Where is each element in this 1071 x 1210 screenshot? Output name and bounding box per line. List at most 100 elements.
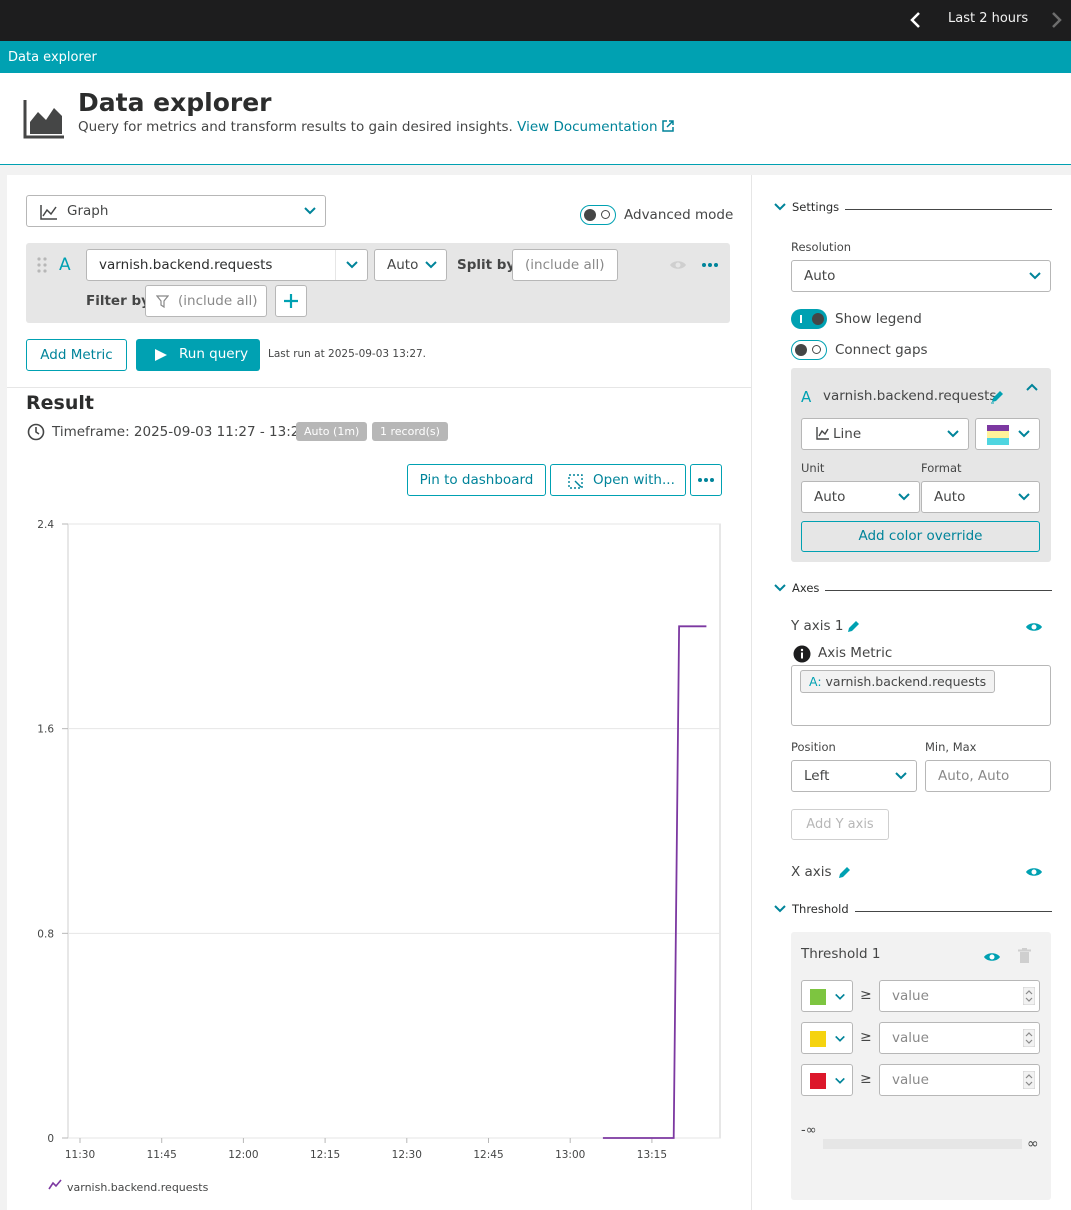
chevron-down-icon <box>1018 493 1030 501</box>
range-min-label: -∞ <box>801 1123 817 1138</box>
resolution-label: Resolution <box>791 240 852 254</box>
chevron-down-icon <box>947 430 959 438</box>
x-axis-label: X axis <box>791 864 832 880</box>
y-tick-label: 0 <box>47 1133 54 1145</box>
threshold-row: ≥ value <box>801 980 1040 1012</box>
chevron-down-icon <box>1018 430 1030 438</box>
metric-card-letter: A <box>801 388 812 406</box>
page-header: Data explorer Query for metrics and tran… <box>0 73 1071 165</box>
area-chart-icon <box>23 100 64 139</box>
eye-icon[interactable] <box>1025 620 1043 634</box>
stepper-icon[interactable] <box>1023 987 1035 1005</box>
greater-equal-symbol: ≥ <box>860 1071 872 1087</box>
stepper-icon[interactable] <box>1023 1029 1035 1047</box>
unit-select[interactable]: Auto <box>801 481 920 513</box>
threshold-value-input[interactable]: value <box>879 1064 1040 1096</box>
chevron-down-icon <box>774 203 786 211</box>
chart-type-value: Line <box>833 426 862 442</box>
threshold-value-input[interactable]: value <box>879 980 1040 1012</box>
chevron-down-icon <box>898 493 910 501</box>
threshold-color-select[interactable] <box>801 980 853 1012</box>
documentation-link[interactable]: View Documentation <box>517 119 674 135</box>
threshold-card: Threshold 1 ≥ value ≥ value ≥ value -∞ ∞ <box>791 932 1051 1200</box>
axis-position-value: Left <box>804 768 830 784</box>
minmax-input[interactable]: Auto, Auto <box>925 760 1051 792</box>
line-chart-icon <box>816 427 829 440</box>
threshold-value-input[interactable]: value <box>879 1022 1040 1054</box>
connect-gaps-label: Connect gaps <box>835 342 928 358</box>
threshold-value-placeholder: value <box>892 1072 929 1088</box>
stepper-icon[interactable] <box>1023 1071 1035 1089</box>
series-line <box>602 625 707 1139</box>
color-swatch <box>810 1031 826 1047</box>
x-tick-label: 12:30 <box>392 1149 422 1161</box>
settings-panel: Settings Resolution Auto Show legend Con… <box>751 175 1071 1210</box>
axis-metric-field[interactable]: A: varnish.backend.requests <box>791 665 1051 726</box>
metric-settings-card: A varnish.backend.requests Line Unit For… <box>791 368 1051 562</box>
format-value: Auto <box>934 489 966 505</box>
color-swatch <box>810 1073 826 1089</box>
show-legend-label: Show legend <box>835 311 922 327</box>
color-palette-select[interactable] <box>975 418 1040 450</box>
chevron-down-icon <box>774 905 786 913</box>
unit-value: Auto <box>814 489 846 505</box>
position-label: Position <box>791 740 836 754</box>
chevron-right-icon[interactable] <box>1046 8 1068 32</box>
external-link-icon <box>661 120 674 132</box>
pencil-icon[interactable] <box>846 619 861 634</box>
add-color-override-button[interactable]: Add color override <box>801 521 1040 552</box>
color-swatch <box>810 989 826 1005</box>
breadcrumb-item[interactable]: Data explorer <box>8 50 97 65</box>
chevron-up-icon[interactable] <box>1026 382 1038 392</box>
threshold-title: Threshold 1 <box>801 946 881 962</box>
axis-metric-chip-text: varnish.backend.requests <box>825 674 987 689</box>
timeframe-selector[interactable]: Last 2 hours <box>948 11 1028 26</box>
eye-icon[interactable] <box>983 950 1001 964</box>
y-axis-label: Y axis 1 <box>791 618 844 634</box>
threshold-color-select[interactable] <box>801 1064 853 1096</box>
threshold-section-header[interactable]: Threshold <box>774 902 1052 916</box>
x-tick-label: 11:45 <box>147 1149 177 1161</box>
chevron-down-icon <box>1029 272 1041 280</box>
y-tick-label: 0.8 <box>37 928 54 940</box>
subtitle-text: Query for metrics and transform results … <box>78 119 513 135</box>
unit-label: Unit <box>801 461 825 475</box>
trash-icon[interactable] <box>1018 948 1031 964</box>
axis-metric-chip[interactable]: A: varnish.backend.requests <box>800 670 996 693</box>
x-tick-label: 13:15 <box>637 1149 667 1161</box>
eye-icon[interactable] <box>1025 865 1043 879</box>
axes-section-header[interactable]: Axes <box>774 581 1052 595</box>
query-panel: Graph Advanced mode A varnish.backend.re… <box>7 175 751 1210</box>
chart-type-select[interactable]: Line <box>801 418 969 450</box>
chevron-down-icon <box>835 1077 845 1084</box>
y-tick-label: 1.6 <box>37 724 54 736</box>
documentation-link-label: View Documentation <box>517 119 658 135</box>
add-y-axis-button[interactable]: Add Y axis <box>791 809 889 840</box>
legend-line-icon <box>48 1179 62 1190</box>
pencil-icon[interactable] <box>990 389 1005 404</box>
show-legend-toggle[interactable] <box>791 309 827 329</box>
breadcrumb: Data explorer <box>0 41 1071 73</box>
chevron-down-icon <box>774 584 786 592</box>
info-icon <box>793 645 811 663</box>
axes-section-label: Axes <box>792 581 820 595</box>
axis-metric-label: Axis Metric <box>818 645 893 661</box>
x-tick-label: 12:00 <box>228 1149 258 1161</box>
pencil-icon[interactable] <box>837 865 852 880</box>
y-tick-label: 2.4 <box>37 519 54 531</box>
palette-swatch <box>987 425 1009 445</box>
axis-position-select[interactable]: Left <box>791 760 917 792</box>
legend-item[interactable]: varnish.backend.requests <box>67 1181 208 1194</box>
x-tick-label: 13:00 <box>555 1149 585 1161</box>
resolution-select[interactable]: Auto <box>791 260 1051 292</box>
settings-section-header[interactable]: Settings <box>774 200 1052 214</box>
chevron-left-icon[interactable] <box>905 8 927 32</box>
format-label: Format <box>921 461 962 475</box>
greater-equal-symbol: ≥ <box>860 987 872 1003</box>
threshold-color-select[interactable] <box>801 1022 853 1054</box>
format-select[interactable]: Auto <box>921 481 1040 513</box>
resolution-value: Auto <box>804 268 836 284</box>
connect-gaps-toggle[interactable] <box>791 340 827 360</box>
chevron-down-icon <box>835 1035 845 1042</box>
greater-equal-symbol: ≥ <box>860 1029 872 1045</box>
